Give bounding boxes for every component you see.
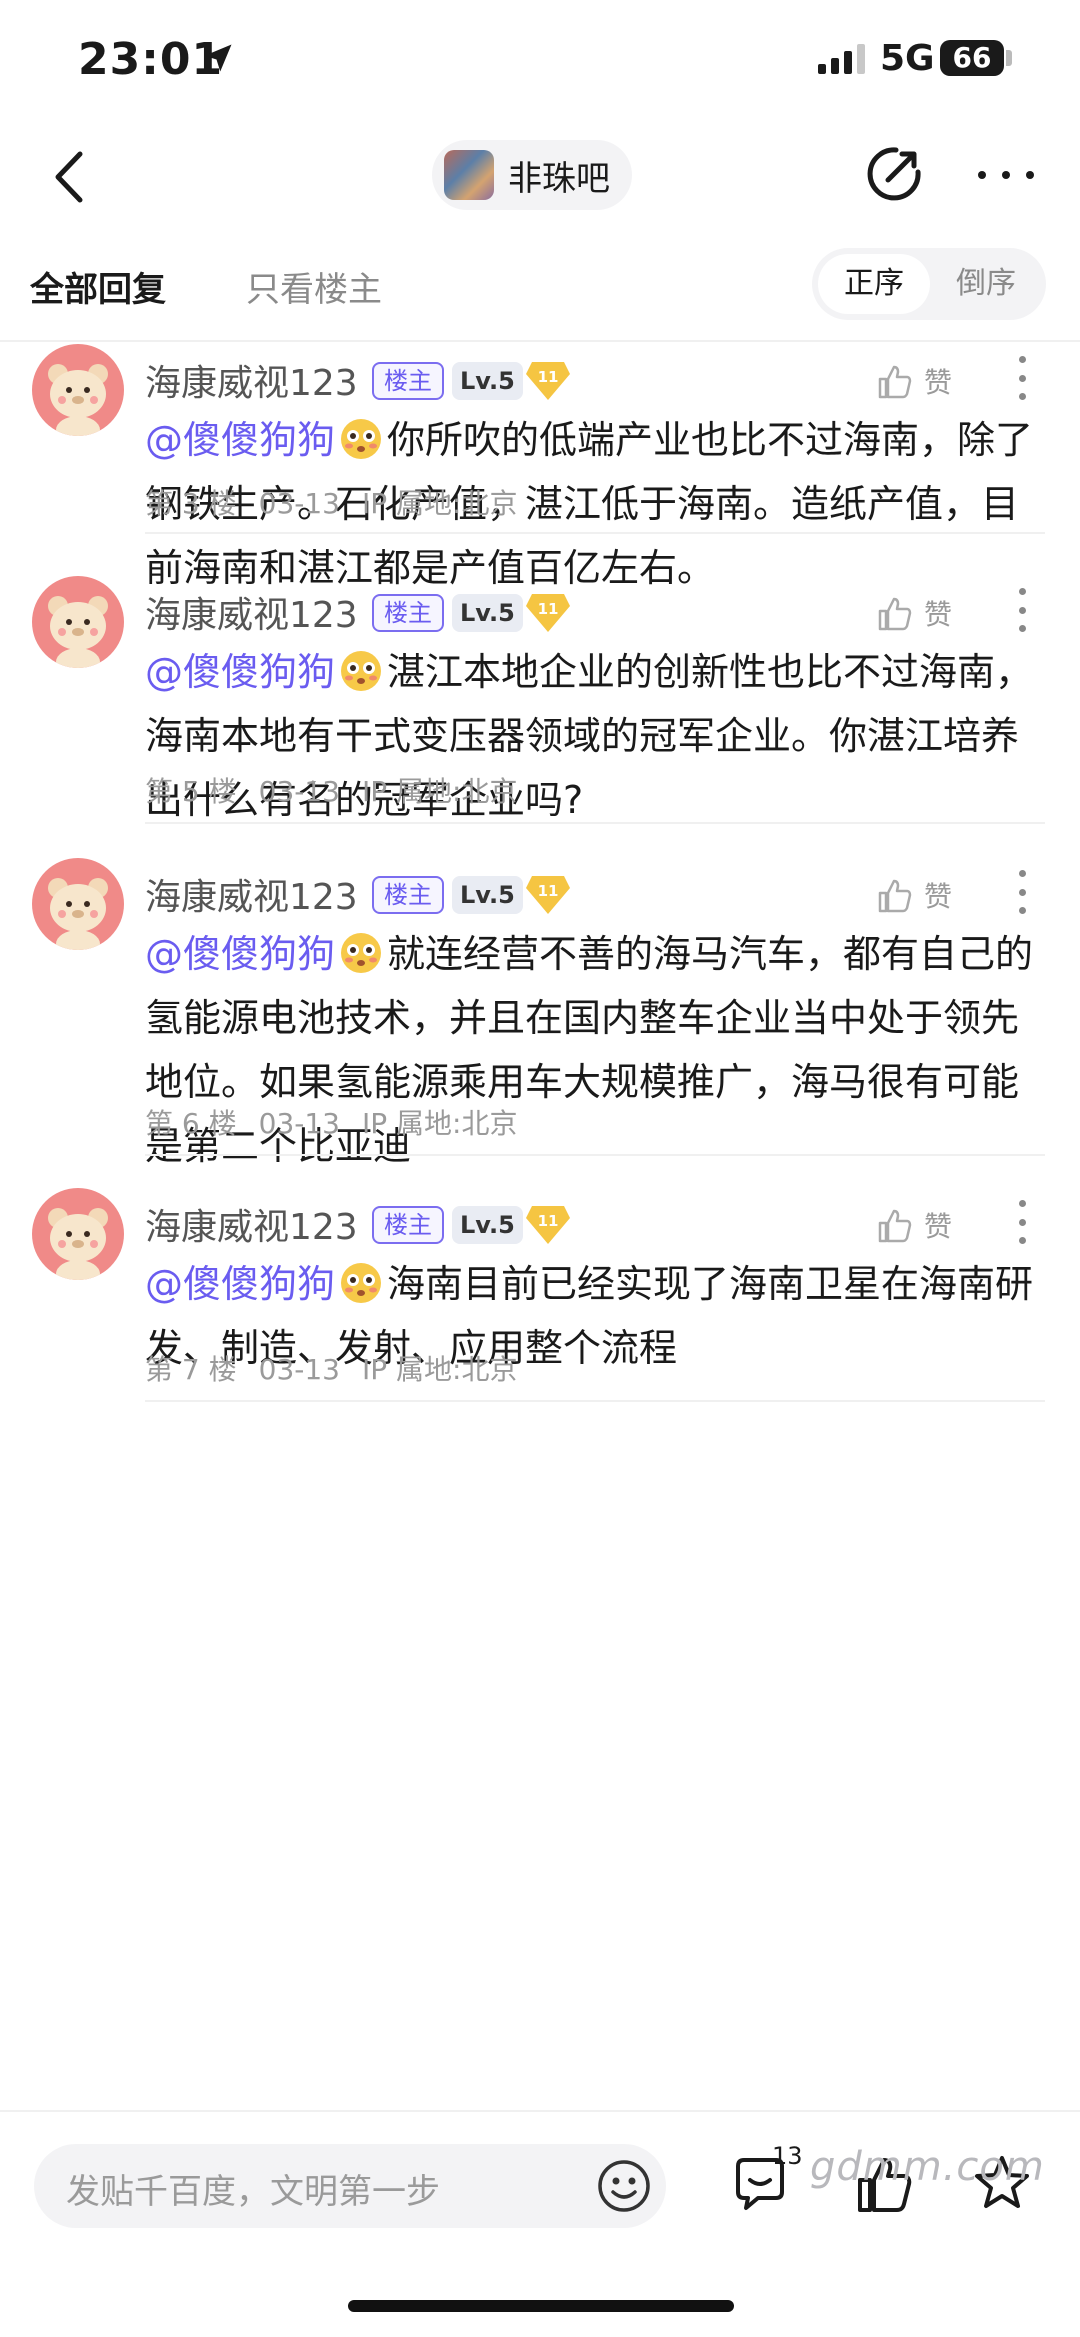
mention-link[interactable]: @傻傻狗狗 — [145, 418, 335, 462]
watermark: gdmm.com — [810, 2144, 1045, 2190]
post-divider — [145, 1400, 1045, 1402]
gem-badge-icon: 11 — [526, 1206, 570, 1244]
status-bar: 23:01 5G 66 — [0, 0, 1080, 120]
post-date: 03-13 — [258, 1107, 340, 1140]
bear-avatar-icon — [48, 1208, 108, 1280]
tabs-divider — [0, 340, 1080, 342]
reply-tabs: 全部回复 只看楼主 正序 倒序 — [0, 244, 1080, 334]
reply-placeholder: 发贴千百度，文明第一步 — [66, 2172, 440, 2212]
op-badge: 楼主 — [372, 362, 444, 400]
mention-link[interactable]: @傻傻狗狗 — [145, 650, 335, 694]
top-nav: 非珠吧 — [0, 130, 1080, 220]
back-button[interactable] — [44, 142, 104, 212]
svg-text:11: 11 — [538, 1212, 559, 1230]
like-label: 赞 — [924, 880, 953, 913]
avatar[interactable] — [32, 344, 124, 436]
sort-descending-option[interactable]: 倒序 — [930, 254, 1042, 314]
gem-badge-icon: 11 — [526, 362, 570, 400]
mention-link[interactable]: @傻傻狗狗 — [145, 1262, 335, 1306]
emoji-smile-icon[interactable] — [596, 2158, 652, 2214]
flushed-emoji-icon — [341, 419, 382, 459]
post-date: 03-13 — [258, 487, 340, 520]
op-badge: 楼主 — [372, 594, 444, 632]
level-badge: Lv.5 — [452, 1206, 523, 1244]
network-type: 5G — [880, 38, 935, 79]
post-more-button[interactable] — [1016, 356, 1028, 400]
author-name[interactable]: 海康威视123 — [145, 354, 358, 406]
avatar[interactable] — [32, 858, 124, 950]
post-meta: 第 6 楼 03-13 IP 属地:北京 — [145, 1102, 539, 1142]
thumbs-up-icon — [878, 365, 912, 399]
post-more-button[interactable] — [1016, 1200, 1028, 1244]
svg-text:11: 11 — [538, 600, 559, 618]
sort-order-toggle: 正序 倒序 — [812, 248, 1046, 320]
author-name[interactable]: 海康威视123 — [145, 868, 358, 920]
post-divider — [145, 1154, 1045, 1156]
svg-text:11: 11 — [538, 368, 559, 386]
ip-location: IP 属地:北京 — [362, 487, 518, 520]
floor-number: 第 6 楼 — [145, 1107, 237, 1140]
like-button[interactable]: 赞 — [874, 870, 974, 920]
forum-thumbnail — [444, 150, 494, 200]
comment-count: 13 — [772, 2142, 803, 2170]
avatar[interactable] — [32, 576, 124, 668]
more-options-button[interactable] — [974, 150, 1038, 200]
post-meta: 第 7 楼 03-13 IP 属地:北京 — [145, 1348, 539, 1388]
like-label: 赞 — [924, 598, 953, 631]
svg-text:11: 11 — [538, 882, 559, 900]
sort-ascending-option[interactable]: 正序 — [818, 254, 930, 314]
floor-number: 第 7 楼 — [145, 1353, 237, 1386]
floor-number: 第 5 楼 — [145, 775, 237, 808]
like-button[interactable]: 赞 — [874, 1200, 974, 1250]
flushed-emoji-icon — [341, 1263, 382, 1303]
post-meta: 第 3 楼 03-13 IP 属地:北京 — [145, 482, 539, 522]
bear-avatar-icon — [48, 364, 108, 436]
bear-avatar-icon — [48, 596, 108, 668]
post-date: 03-13 — [258, 1353, 340, 1386]
thumbs-up-icon — [878, 597, 912, 631]
reply-input[interactable]: 发贴千百度，文明第一步 — [34, 2144, 666, 2228]
tab-only-op[interactable]: 只看楼主 — [246, 262, 382, 311]
post-divider — [145, 532, 1045, 534]
post-divider — [145, 822, 1045, 824]
level-badge: Lv.5 — [452, 362, 523, 400]
like-label: 赞 — [924, 1210, 953, 1243]
post-more-button[interactable] — [1016, 588, 1028, 632]
battery-indicator: 66 — [940, 40, 1004, 76]
mention-link[interactable]: @傻傻狗狗 — [145, 932, 335, 976]
flushed-emoji-icon — [341, 651, 382, 691]
home-indicator — [348, 2300, 734, 2312]
forum-name: 非珠吧 — [508, 158, 610, 199]
floor-number: 第 3 楼 — [145, 487, 237, 520]
ip-location: IP 属地:北京 — [362, 1353, 518, 1386]
author-name[interactable]: 海康威视123 — [145, 586, 358, 638]
post-date: 03-13 — [258, 775, 340, 808]
avatar[interactable] — [32, 1188, 124, 1280]
gem-badge-icon: 11 — [526, 876, 570, 914]
bear-avatar-icon — [48, 878, 108, 950]
ip-location: IP 属地:北京 — [362, 1107, 518, 1140]
level-badge: Lv.5 — [452, 594, 523, 632]
forum-pill[interactable]: 非珠吧 — [432, 140, 632, 210]
op-badge: 楼主 — [372, 1206, 444, 1244]
reply-post: 海康威视123 楼主 Lv.5 11 赞 @傻傻狗狗 湛江本地企业的创新性也比不过… — [0, 576, 1080, 876]
op-badge: 楼主 — [372, 876, 444, 914]
author-name[interactable]: 海康威视123 — [145, 1198, 358, 1250]
flushed-emoji-icon — [341, 933, 382, 973]
like-button[interactable]: 赞 — [874, 356, 974, 406]
location-arrow-icon — [204, 44, 232, 72]
like-button[interactable]: 赞 — [874, 588, 974, 638]
cellular-signal-icon — [818, 44, 865, 74]
tab-all-replies[interactable]: 全部回复 — [30, 262, 166, 311]
post-more-button[interactable] — [1016, 870, 1028, 914]
ip-location: IP 属地:北京 — [362, 775, 518, 808]
level-badge: Lv.5 — [452, 876, 523, 914]
like-label: 赞 — [924, 366, 953, 399]
thumbs-up-icon — [878, 879, 912, 913]
post-meta: 第 5 楼 03-13 IP 属地:北京 — [145, 770, 539, 810]
battery-tip — [1006, 50, 1012, 66]
share-icon[interactable] — [862, 142, 926, 206]
gem-badge-icon: 11 — [526, 594, 570, 632]
thumbs-up-icon — [878, 1209, 912, 1243]
